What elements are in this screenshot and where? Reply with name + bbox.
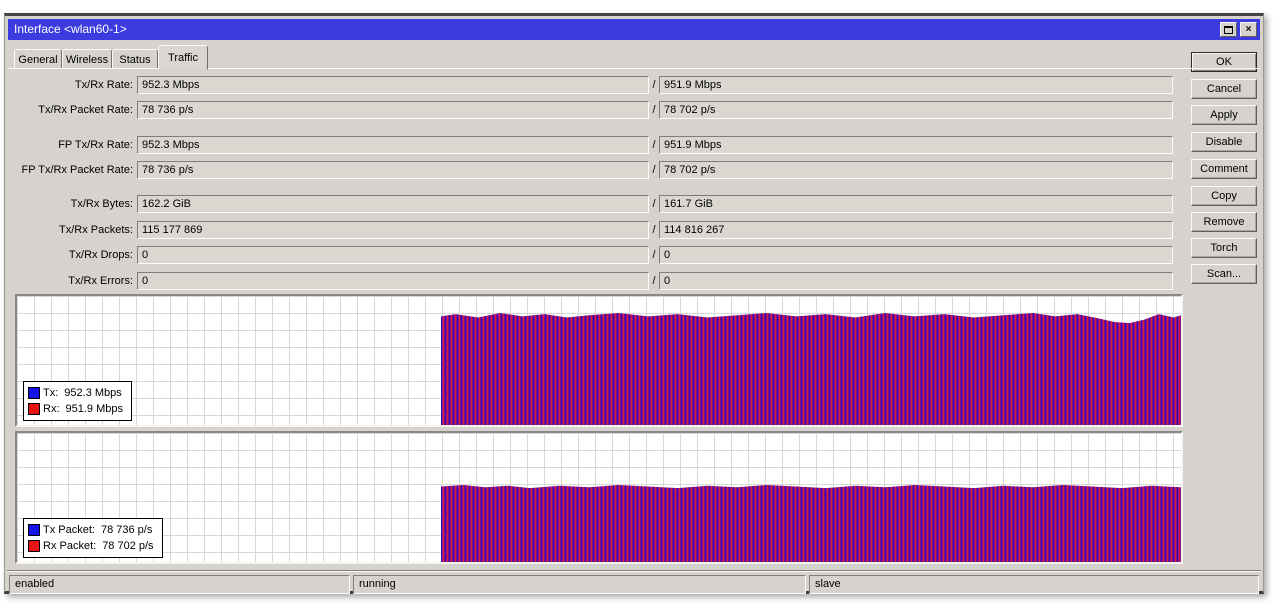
tab-general[interactable]: General bbox=[14, 49, 62, 69]
packet-rate-graph: Tx Packet: 78 736 p/s Rx Packet: 78 702 … bbox=[15, 431, 1183, 564]
txrx-drops-tx-field[interactable]: 0 bbox=[137, 246, 649, 264]
txrx-errors-label: Tx/Rx Errors: bbox=[5, 272, 133, 290]
tx-color-swatch bbox=[28, 387, 40, 399]
legend-row-rx-packet: Rx Packet: 78 702 p/s bbox=[28, 538, 154, 554]
txrx-errors-separator: / bbox=[649, 272, 659, 290]
title-bar[interactable]: Interface <wlan60-1> × bbox=[8, 19, 1260, 40]
fp-txrx-rate-label: FP Tx/Rx Rate: bbox=[5, 136, 133, 154]
legend-label: Tx: bbox=[43, 387, 58, 399]
txrx-packet-rate-tx-field[interactable]: 78 736 p/s bbox=[137, 101, 649, 119]
maximize-icon bbox=[1224, 26, 1233, 34]
traffic-rate-bars bbox=[441, 313, 1181, 425]
txrx-rate-label: Tx/Rx Rate: bbox=[5, 76, 133, 94]
txrx-errors-tx-field[interactable]: 0 bbox=[137, 272, 649, 290]
close-icon: × bbox=[1246, 24, 1252, 35]
maximize-button[interactable] bbox=[1220, 22, 1237, 37]
tab-traffic[interactable]: Traffic bbox=[158, 45, 208, 70]
copy-button[interactable]: Copy bbox=[1191, 186, 1257, 206]
comment-button[interactable]: Comment bbox=[1191, 159, 1257, 179]
txrx-packets-tx-field[interactable]: 115 177 869 bbox=[137, 221, 649, 239]
window-title: Interface <wlan60-1> bbox=[14, 22, 127, 36]
fp-txrx-rate-rx-field[interactable]: 951.9 Mbps bbox=[659, 136, 1173, 154]
remove-button[interactable]: Remove bbox=[1191, 212, 1257, 232]
legend-label: Tx Packet: bbox=[43, 524, 95, 536]
cancel-button[interactable]: Cancel bbox=[1191, 79, 1257, 99]
legend-value: 952.3 Mbps bbox=[64, 387, 121, 399]
interface-dialog-window: Interface <wlan60-1> × General Wireless … bbox=[4, 13, 1264, 594]
tab-label: General bbox=[18, 54, 57, 66]
legend-label: Rx Packet: bbox=[43, 540, 96, 552]
txrx-drops-separator: / bbox=[649, 246, 659, 264]
fp-txrx-packet-rate-label: FP Tx/Rx Packet Rate: bbox=[5, 161, 133, 179]
legend-value: 78 702 p/s bbox=[102, 540, 153, 552]
legend-row-tx-packet: Tx Packet: 78 736 p/s bbox=[28, 522, 154, 538]
disable-button[interactable]: Disable bbox=[1191, 132, 1257, 152]
txrx-drops-rx-field[interactable]: 0 bbox=[659, 246, 1173, 264]
tx-color-swatch bbox=[28, 524, 40, 536]
txrx-packet-rate-separator: / bbox=[649, 101, 659, 119]
txrx-packets-rx-field[interactable]: 114 816 267 bbox=[659, 221, 1173, 239]
status-slave: slave bbox=[809, 575, 1259, 594]
txrx-packet-rate-rx-field[interactable]: 78 702 p/s bbox=[659, 101, 1173, 119]
ok-button[interactable]: OK bbox=[1191, 52, 1257, 72]
fp-txrx-rate-separator: / bbox=[649, 136, 659, 154]
close-button[interactable]: × bbox=[1240, 22, 1257, 37]
packet-rate-plot: Tx Packet: 78 736 p/s Rx Packet: 78 702 … bbox=[17, 433, 1181, 562]
rx-color-swatch bbox=[28, 403, 40, 415]
txrx-rate-rx-field[interactable]: 951.9 Mbps bbox=[659, 76, 1173, 94]
legend-row-tx: Tx: 952.3 Mbps bbox=[28, 385, 123, 401]
packet-rate-bars bbox=[441, 485, 1181, 562]
fp-txrx-packet-rate-rx-field[interactable]: 78 702 p/s bbox=[659, 161, 1173, 179]
fp-txrx-rate-tx-field[interactable]: 952.3 Mbps bbox=[137, 136, 649, 154]
txrx-errors-rx-field[interactable]: 0 bbox=[659, 272, 1173, 290]
scan-button[interactable]: Scan... bbox=[1191, 264, 1257, 284]
rx-color-swatch bbox=[28, 540, 40, 552]
statusbar-divider bbox=[7, 570, 1261, 572]
txrx-bytes-tx-field[interactable]: 162.2 GiB bbox=[137, 195, 649, 213]
legend-row-rx: Rx: 951.9 Mbps bbox=[28, 401, 123, 417]
legend-label: Rx: bbox=[43, 403, 60, 415]
torch-button[interactable]: Torch bbox=[1191, 238, 1257, 258]
txrx-drops-label: Tx/Rx Drops: bbox=[5, 246, 133, 264]
txrx-bytes-label: Tx/Rx Bytes: bbox=[5, 195, 133, 213]
tab-label: Traffic bbox=[168, 52, 198, 64]
txrx-bytes-separator: / bbox=[649, 195, 659, 213]
traffic-rate-graph: Tx: 952.3 Mbps Rx: 951.9 Mbps bbox=[15, 294, 1183, 427]
traffic-rate-legend: Tx: 952.3 Mbps Rx: 951.9 Mbps bbox=[23, 381, 132, 421]
traffic-rate-plot: Tx: 952.3 Mbps Rx: 951.9 Mbps bbox=[17, 296, 1181, 425]
txrx-packet-rate-label: Tx/Rx Packet Rate: bbox=[5, 101, 133, 119]
tab-label: Status bbox=[119, 54, 150, 66]
tab-wireless[interactable]: Wireless bbox=[62, 49, 112, 69]
legend-value: 951.9 Mbps bbox=[66, 403, 123, 415]
fp-txrx-packet-rate-separator: / bbox=[649, 161, 659, 179]
status-running: running bbox=[353, 575, 806, 594]
tab-status[interactable]: Status bbox=[112, 49, 158, 69]
txrx-packets-separator: / bbox=[649, 221, 659, 239]
tab-label: Wireless bbox=[66, 54, 108, 66]
legend-value: 78 736 p/s bbox=[101, 524, 152, 536]
status-enabled: enabled bbox=[9, 575, 350, 594]
txrx-rate-tx-field[interactable]: 952.3 Mbps bbox=[137, 76, 649, 94]
fp-txrx-packet-rate-tx-field[interactable]: 78 736 p/s bbox=[137, 161, 649, 179]
txrx-bytes-rx-field[interactable]: 161.7 GiB bbox=[659, 195, 1173, 213]
txrx-rate-separator: / bbox=[649, 76, 659, 94]
apply-button[interactable]: Apply bbox=[1191, 105, 1257, 125]
txrx-packets-label: Tx/Rx Packets: bbox=[5, 221, 133, 239]
packet-rate-legend: Tx Packet: 78 736 p/s Rx Packet: 78 702 … bbox=[23, 518, 163, 558]
